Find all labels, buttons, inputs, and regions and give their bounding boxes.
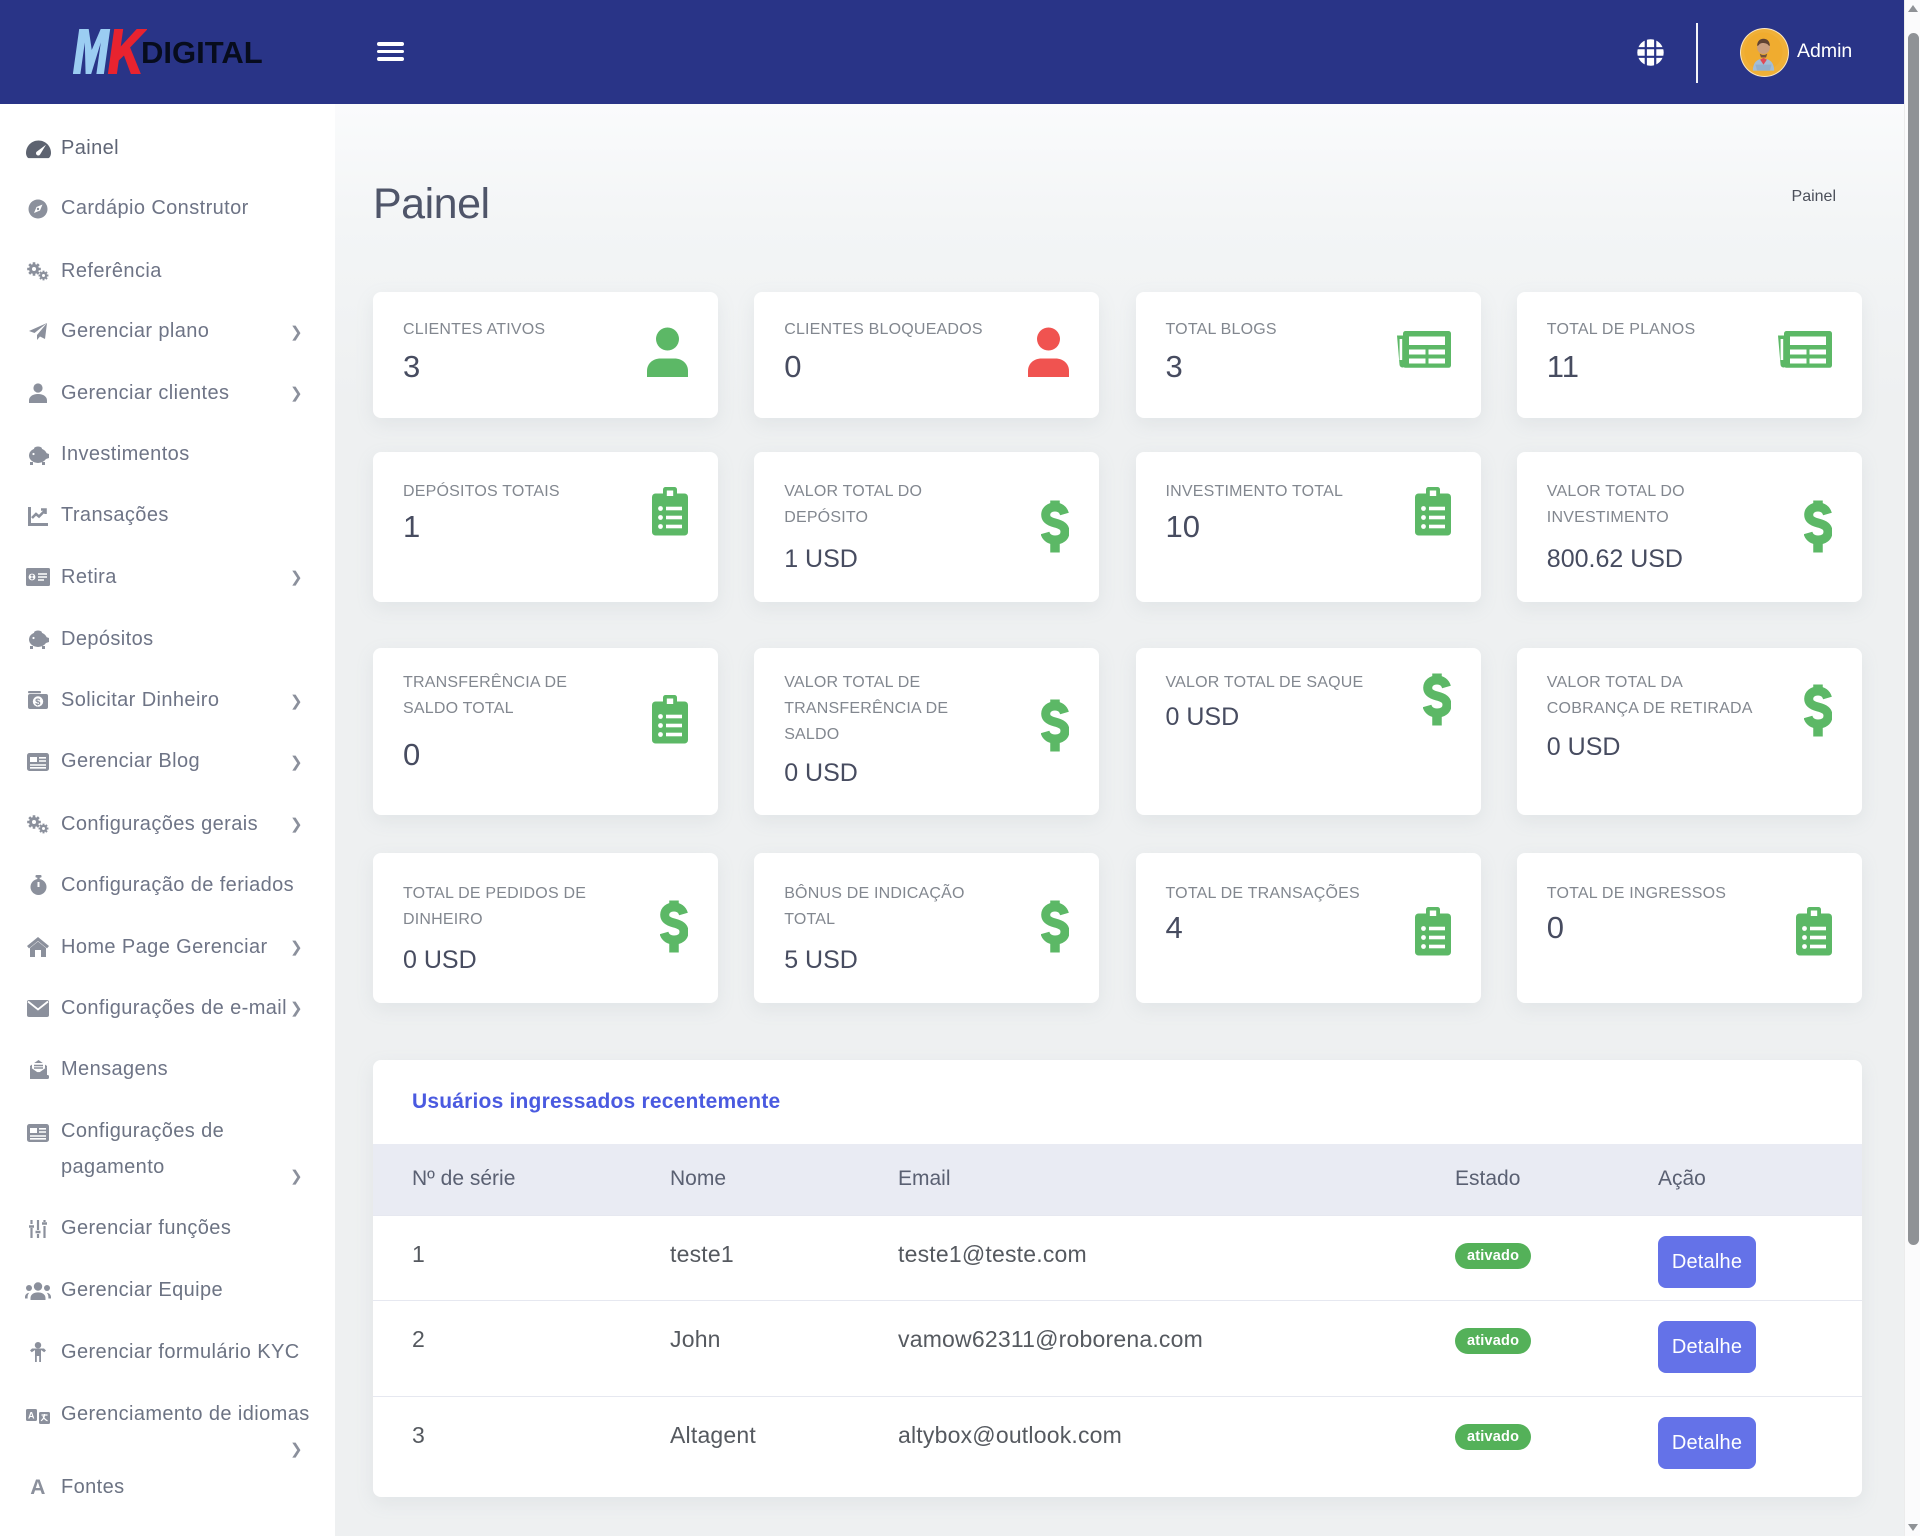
svg-text:$: $ [35, 697, 41, 708]
svg-text:A: A [30, 1477, 46, 1497]
svg-text:A: A [28, 1410, 35, 1420]
